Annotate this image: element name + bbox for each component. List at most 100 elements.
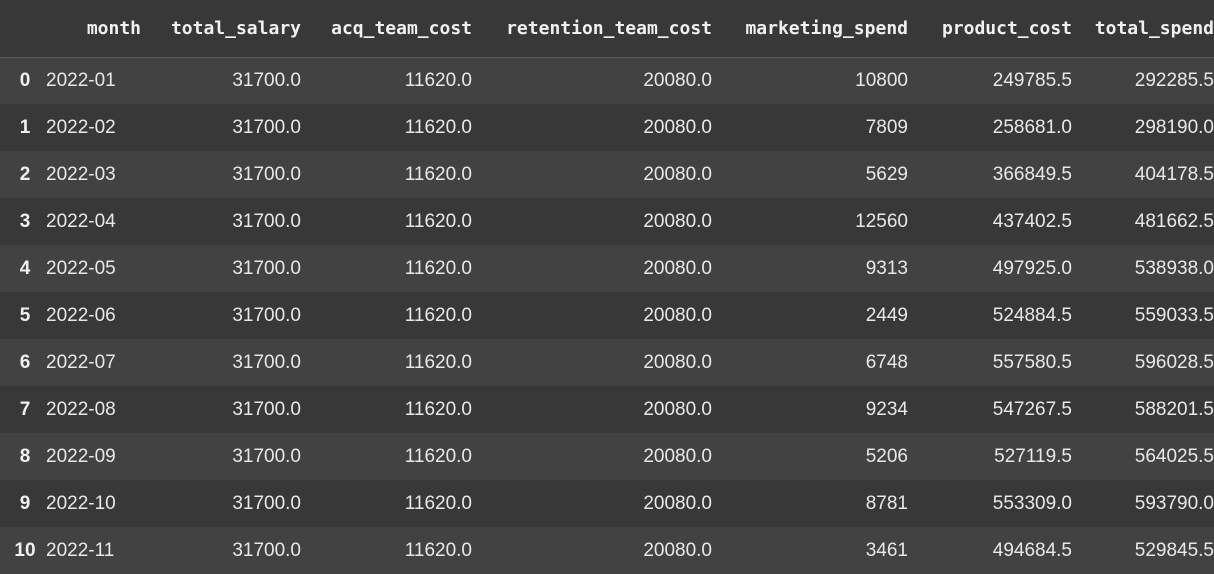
cell-marketing-spend: 8781 (865, 492, 908, 514)
cell-marketing-spend: 3461 (865, 539, 908, 561)
cell-total-salary: 31700.0 (232, 351, 301, 373)
cell-retention-team-cost: 20080.0 (643, 116, 712, 138)
header-row: month total_salary acq_team_cost retenti… (0, 0, 1214, 58)
cell-marketing-spend: 10800 (855, 69, 908, 91)
cell-total-spend: 593790.0 (1134, 492, 1214, 514)
cell-retention-team-cost: 20080.0 (643, 398, 712, 420)
row-index: 8 (19, 445, 31, 467)
cell-total-spend: 564025.5 (1134, 445, 1214, 467)
column-header-retention-team-cost: retention_team_cost (472, 0, 712, 58)
column-header-product-cost: product_cost (908, 0, 1072, 58)
cell-marketing-spend: 6748 (865, 351, 908, 373)
cell-total-salary: 31700.0 (232, 257, 301, 279)
cell-acq-team-cost: 11620.0 (404, 445, 472, 467)
cell-total-salary: 31700.0 (232, 445, 301, 467)
cell-marketing-spend: 5206 (865, 445, 908, 467)
row-index: 9 (19, 492, 31, 514)
cell-acq-team-cost: 11620.0 (404, 539, 472, 561)
cell-product-cost: 249785.5 (992, 69, 1072, 91)
cell-marketing-spend: 9234 (865, 398, 908, 420)
cell-retention-team-cost: 20080.0 (643, 257, 712, 279)
table-row: 3 2022-04 31700.0 11620.0 20080.0 12560 437402… (0, 198, 1214, 245)
row-index: 7 (19, 398, 31, 420)
cell-total-spend: 298190.0 (1134, 116, 1214, 138)
cell-total-salary: 31700.0 (232, 116, 301, 138)
dataframe-table: month total_salary acq_team_cost retenti… (0, 0, 1214, 574)
table-row: 5 2022-06 31700.0 11620.0 20080.0 2449 524884.… (0, 292, 1214, 339)
cell-retention-team-cost: 20080.0 (643, 351, 712, 373)
row-index: 10 (14, 539, 36, 561)
cell-acq-team-cost: 11620.0 (404, 69, 472, 91)
cell-total-salary: 31700.0 (232, 163, 301, 185)
cell-month: 2022-11 (46, 539, 115, 561)
table-row: 8 2022-09 31700.0 11620.0 20080.0 5206 527119.… (0, 433, 1214, 480)
cell-month: 2022-07 (46, 351, 116, 373)
row-index: 2 (19, 163, 31, 185)
cell-total-spend: 529845.5 (1134, 539, 1214, 561)
column-header-acq-team-cost: acq_team_cost (301, 0, 472, 58)
cell-product-cost: 366849.5 (992, 163, 1072, 185)
cell-acq-team-cost: 11620.0 (404, 304, 472, 326)
cell-total-spend: 538938.0 (1134, 257, 1214, 279)
row-index: 4 (19, 257, 31, 279)
cell-retention-team-cost: 20080.0 (643, 163, 712, 185)
cell-product-cost: 557580.5 (992, 351, 1072, 373)
table-row: 1 2022-02 31700.0 11620.0 20080.0 7809 258681.… (0, 104, 1214, 151)
cell-month: 2022-10 (46, 492, 116, 514)
cell-month: 2022-04 (46, 210, 116, 232)
cell-acq-team-cost: 11620.0 (404, 257, 472, 279)
cell-total-salary: 31700.0 (232, 539, 301, 561)
cell-acq-team-cost: 11620.0 (404, 492, 472, 514)
table-row: 7 2022-08 31700.0 11620.0 20080.0 9234 547267.… (0, 386, 1214, 433)
cell-product-cost: 553309.0 (992, 492, 1072, 514)
cell-month: 2022-09 (46, 445, 116, 467)
cell-total-spend: 292285.5 (1134, 69, 1214, 91)
row-index: 5 (19, 304, 31, 326)
cell-acq-team-cost: 11620.0 (404, 163, 472, 185)
cell-month: 2022-03 (46, 163, 116, 185)
cell-retention-team-cost: 20080.0 (643, 539, 712, 561)
cell-retention-team-cost: 20080.0 (643, 445, 712, 467)
column-header-total-spend: total_spend (1072, 0, 1214, 58)
column-header-total-salary: total_salary (141, 0, 301, 58)
column-header-marketing-spend: marketing_spend (712, 0, 908, 58)
cell-acq-team-cost: 11620.0 (404, 210, 472, 232)
cell-marketing-spend: 7809 (865, 116, 908, 138)
cell-month: 2022-06 (46, 304, 116, 326)
table-row: 9 2022-10 31700.0 11620.0 20080.0 8781 553309.… (0, 480, 1214, 527)
cell-total-salary: 31700.0 (232, 210, 301, 232)
cell-product-cost: 437402.5 (992, 210, 1072, 232)
cell-total-salary: 31700.0 (232, 492, 301, 514)
table-row: 4 2022-05 31700.0 11620.0 20080.0 9313 497925.… (0, 245, 1214, 292)
table-row: 2 2022-03 31700.0 11620.0 20080.0 5629 366849.… (0, 151, 1214, 198)
cell-total-salary: 31700.0 (232, 398, 301, 420)
index-header (0, 0, 46, 58)
row-index: 6 (19, 351, 31, 373)
table-row: 0 2022-01 31700.0 11620.0 20080.0 10800 249785… (0, 57, 1214, 104)
cell-month: 2022-08 (46, 398, 116, 420)
table-header: month total_salary acq_team_cost retenti… (0, 0, 1214, 58)
cell-acq-team-cost: 11620.0 (404, 351, 472, 373)
cell-marketing-spend: 2449 (865, 304, 908, 326)
cell-total-spend: 404178.5 (1134, 163, 1214, 185)
cell-total-salary: 31700.0 (232, 69, 301, 91)
cell-retention-team-cost: 20080.0 (643, 304, 712, 326)
cell-product-cost: 494684.5 (992, 539, 1072, 561)
cell-product-cost: 527119.5 (994, 445, 1072, 467)
row-index: 1 (19, 116, 31, 138)
cell-total-spend: 559033.5 (1134, 304, 1214, 326)
table-row: 10 2022-11 31700.0 11620.0 20080.0 3461 494684… (0, 527, 1214, 574)
cell-retention-team-cost: 20080.0 (643, 69, 712, 91)
cell-product-cost: 524884.5 (992, 304, 1072, 326)
cell-month: 2022-05 (46, 257, 116, 279)
cell-product-cost: 547267.5 (992, 398, 1072, 420)
cell-total-spend: 588201.5 (1134, 398, 1214, 420)
column-header-month: month (46, 0, 141, 58)
cell-retention-team-cost: 20080.0 (643, 210, 712, 232)
cell-marketing-spend: 9313 (865, 257, 908, 279)
row-index: 0 (19, 69, 31, 91)
table-body: 0 2022-01 31700.0 11620.0 20080.0 10800 249785… (0, 57, 1214, 574)
table-row: 6 2022-07 31700.0 11620.0 20080.0 6748 557580.… (0, 339, 1214, 386)
cell-retention-team-cost: 20080.0 (643, 492, 712, 514)
cell-acq-team-cost: 11620.0 (404, 116, 472, 138)
